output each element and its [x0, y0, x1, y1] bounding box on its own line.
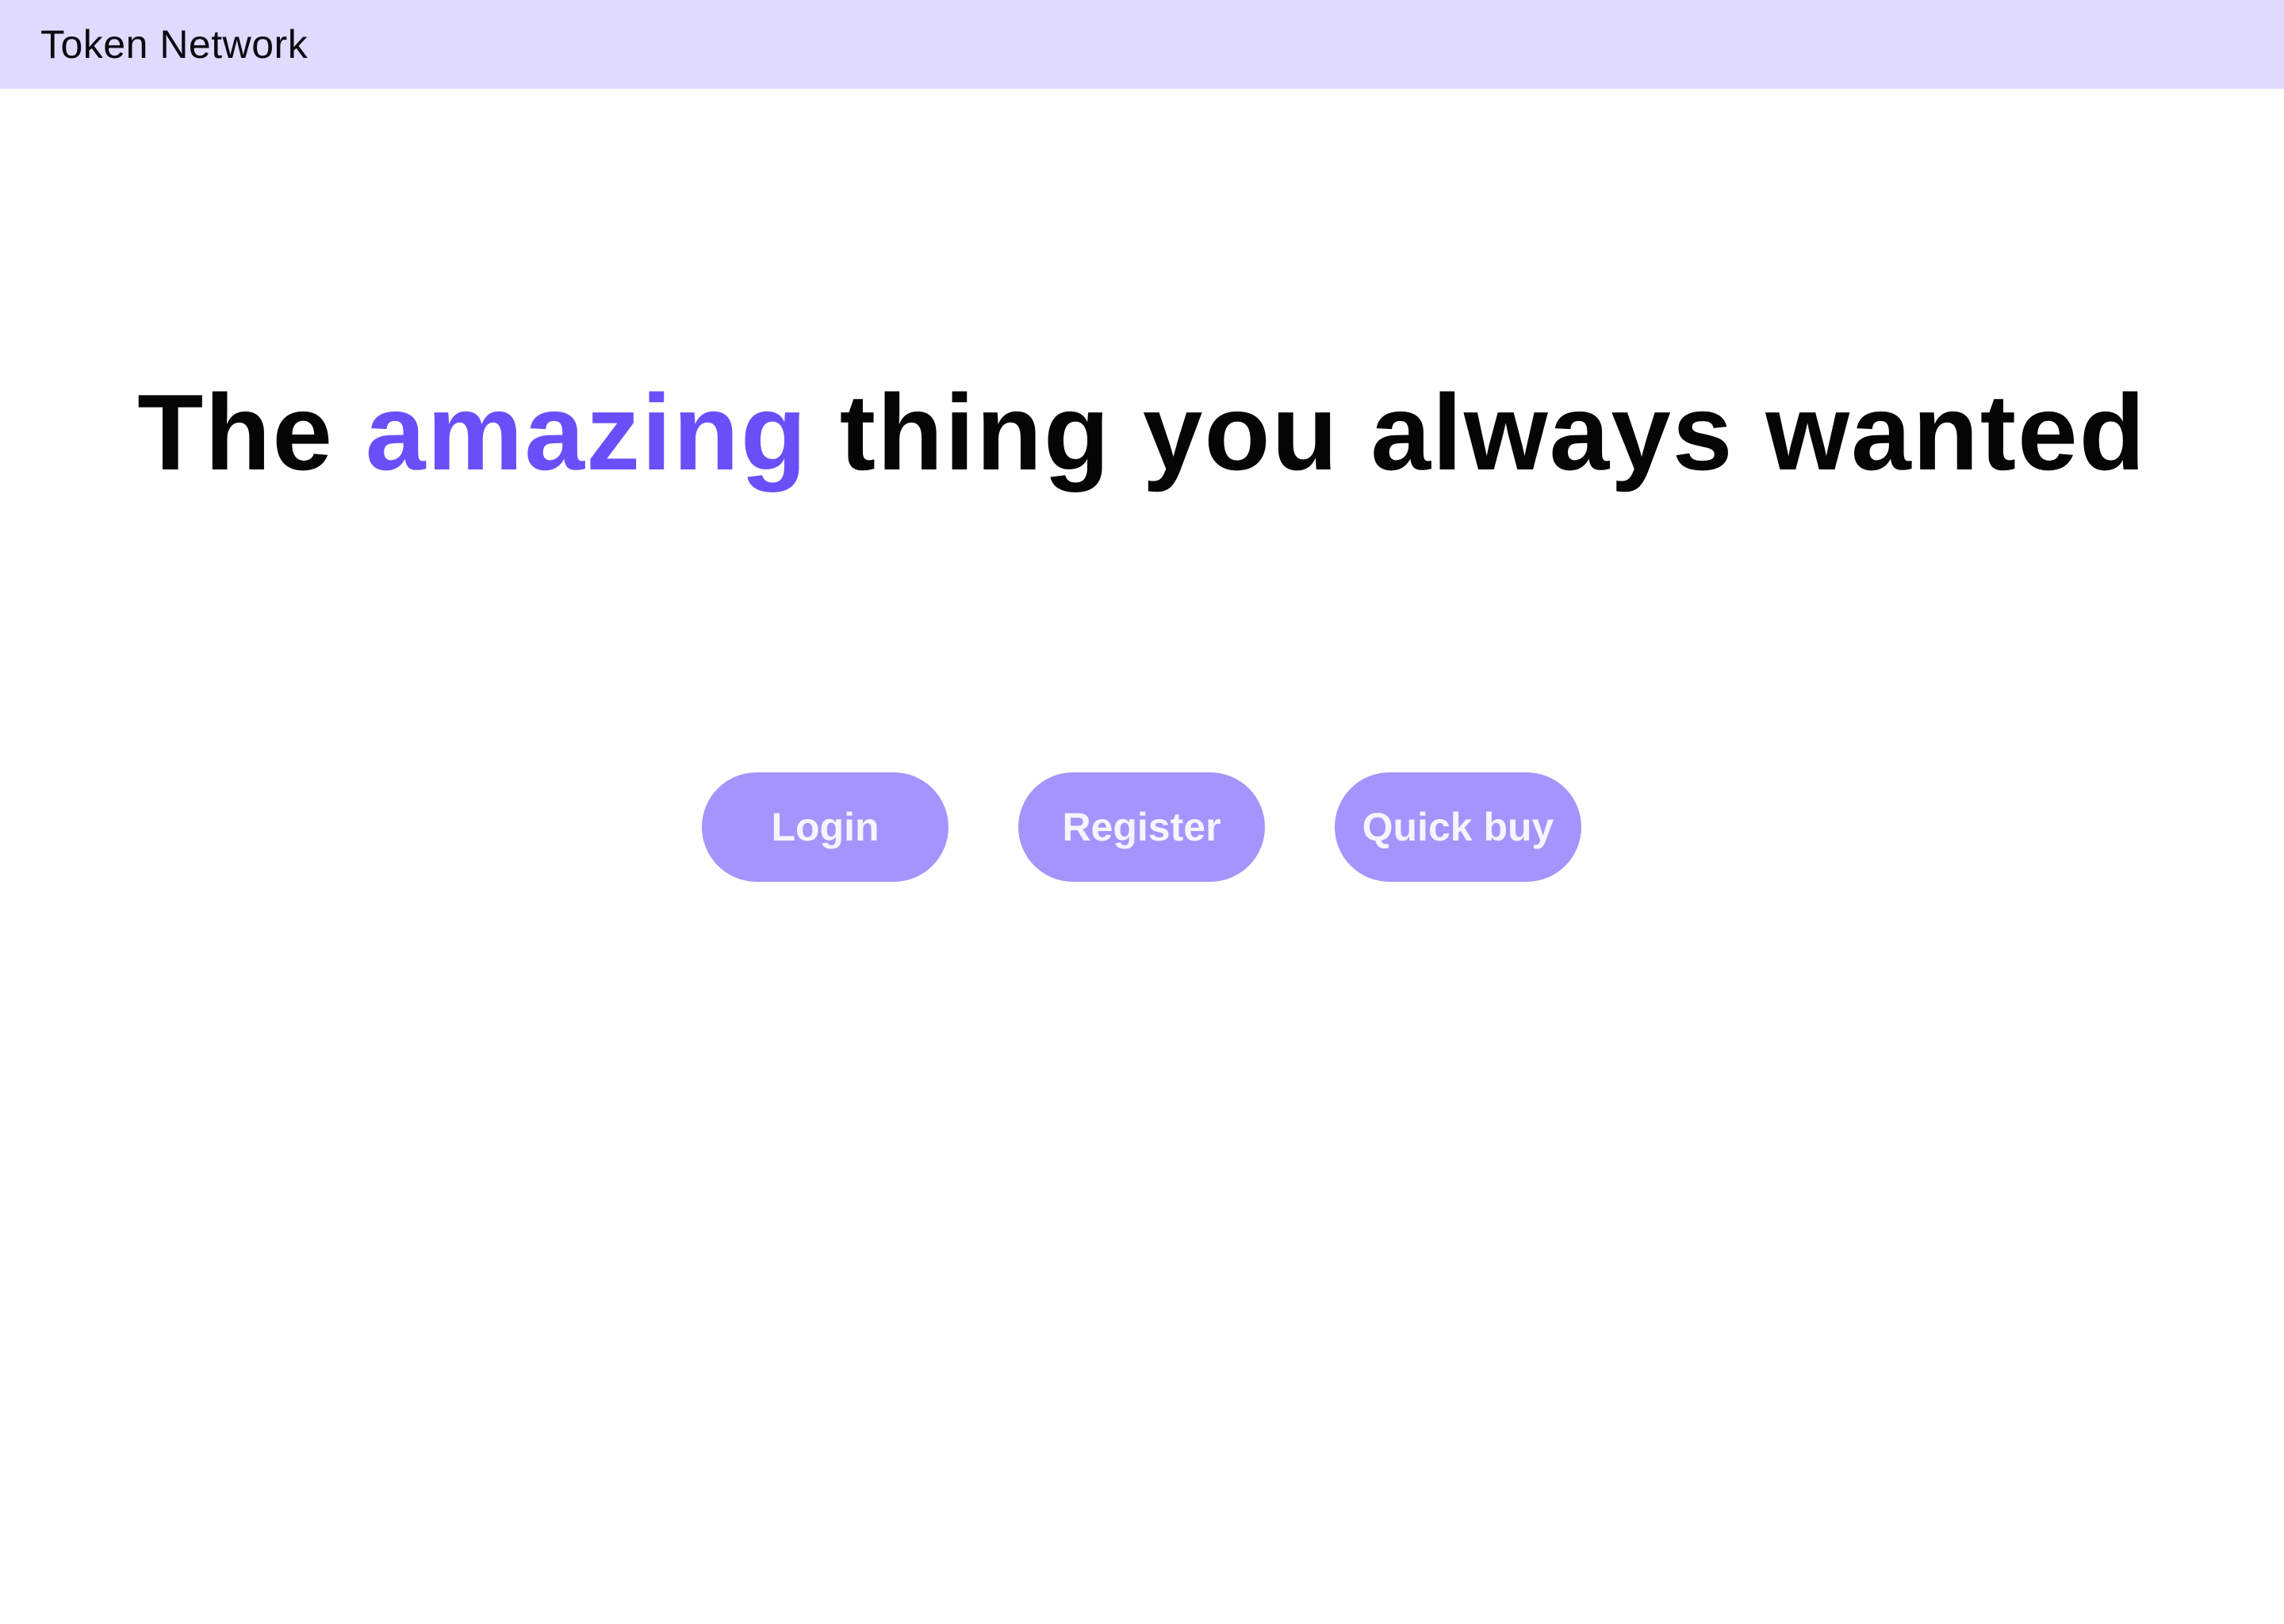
hero-headline: The amazing thing you always wanted [0, 365, 2284, 500]
brand-name[interactable]: Token Network [40, 21, 308, 67]
action-buttons: Login Register Quick buy [702, 772, 1581, 882]
quick-buy-button[interactable]: Quick buy [1335, 772, 1581, 882]
login-button[interactable]: Login [702, 772, 948, 882]
hero-headline-suffix: thing you always wanted [807, 372, 2147, 492]
hero-headline-highlight: amazing [365, 372, 808, 492]
hero-headline-prefix: The [137, 372, 366, 492]
register-button[interactable]: Register [1018, 772, 1265, 882]
top-bar: Token Network [0, 0, 2284, 89]
